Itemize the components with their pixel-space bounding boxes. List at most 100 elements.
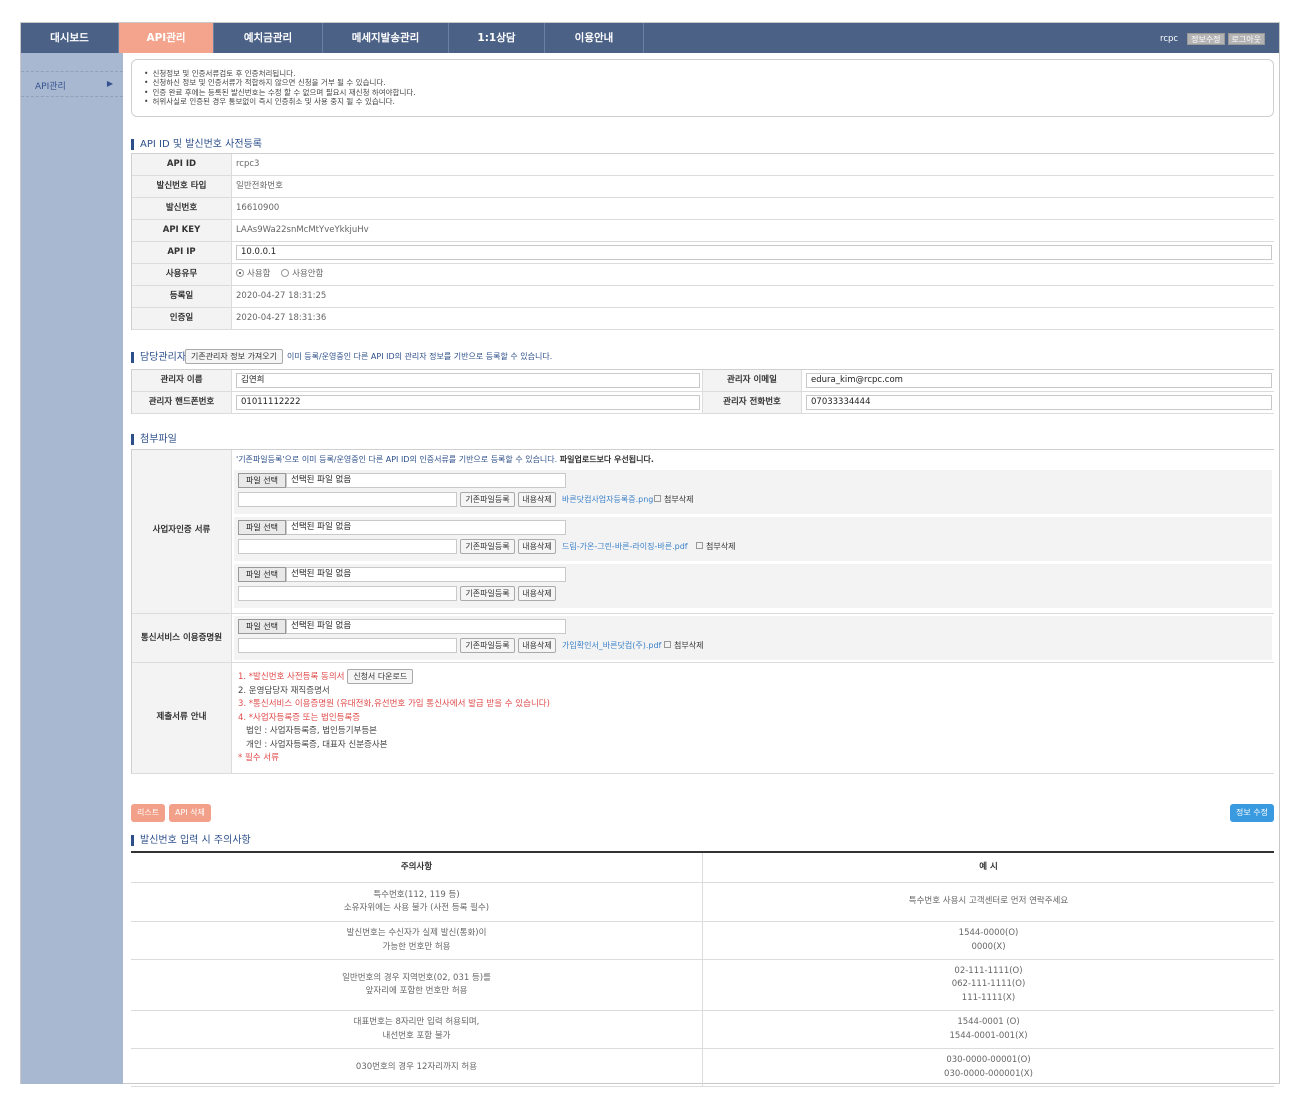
delete-attach-checkbox[interactable]: 첨부삭제 <box>696 539 735 554</box>
file-select-button[interactable]: 파일 선택 <box>238 567 286 582</box>
row-use: 사용유무 사용함 사용안함 <box>132 264 1274 286</box>
attached-file-link[interactable]: 드림-가온-그린-바른-라이징-바른.pdf <box>562 539 688 554</box>
notice-box: 신청정보 및 인증서류검토 후 인증처리됩니다. 신청하신 정보 및 인증서류가… <box>131 59 1274 117</box>
label-api-ip: API IP <box>132 242 232 263</box>
edit-info-button[interactable]: 정보수정 <box>1187 32 1225 45</box>
nav-deposit[interactable]: 예치금관리 <box>214 23 323 53</box>
existing-file-button[interactable]: 기존파일등록 <box>460 638 515 653</box>
manager-email-input[interactable]: edura_kim@rcpc.com <box>806 373 1272 388</box>
notice-item: 신청정보 및 인증서류검토 후 인증처리됩니다. <box>144 69 1273 78</box>
notice-item: 인증 완료 후에는 등록된 발신번호는 수정 할 수 없으며 필요시 재신청 하… <box>144 88 1273 97</box>
sidebar-item-api[interactable]: API관리 ▶ <box>21 71 123 97</box>
nav-message[interactable]: 메세지발송관리 <box>323 23 449 53</box>
nav-api[interactable]: API관리 <box>119 23 214 53</box>
table-row: 특수번호(112, 119 등) 소유자위에는 사용 불가 (사전 등록 필수) … <box>131 883 1274 922</box>
label-api-id: API ID <box>132 154 232 175</box>
table-row: 030번호의 경우 12자리까지 허용 030-0000-00001(O) 030… <box>131 1049 1274 1087</box>
file-slot-3: 파일 선택 선택된 파일 없음 기존파일등록 내용삭제 <box>234 564 1272 608</box>
file-path-input[interactable] <box>238 586 457 601</box>
doc-item-4: 4. *사업자등록증 또는 법인등록증 <box>238 712 361 723</box>
sidebar-item-label: API관리 <box>35 82 66 92</box>
notice-item: 신청하신 정보 및 인증서류가 적합하지 않으면 신청을 거부 될 수 있습니다… <box>144 78 1273 87</box>
api-table: API ID rcpc3 발신번호 타입 일반전화번호 발신번호 1661090… <box>131 153 1274 330</box>
example-cell: 02-111-1111(O) 062-111-1111(O) 111-1111(X) <box>951 965 1026 1003</box>
row-manager-1: 관리자 이름 김연희 관리자 이메일 edura_kim@rcpc.com <box>132 370 1274 392</box>
file-name-display: 선택된 파일 없음 <box>286 567 566 582</box>
file-path-input[interactable] <box>238 638 457 653</box>
file-name-display: 선택된 파일 없음 <box>286 473 566 488</box>
nav-guide[interactable]: 이용안내 <box>545 23 644 53</box>
row-api-id: API ID rcpc3 <box>132 154 1274 176</box>
existing-file-button[interactable]: 기존파일등록 <box>460 586 515 601</box>
value-sender: 16610900 <box>236 203 280 213</box>
attach-table: 사업자인증 서류 '기존파일등록'으로 이미 등록/운영중인 다른 API ID… <box>131 449 1274 774</box>
use-radio-group: 사용함 사용안함 <box>236 264 323 285</box>
row-manager-2: 관리자 핸드폰번호 01011112222 관리자 전화번호 070333344… <box>132 392 1274 414</box>
warnings-table: 주의사항 예 시 특수번호(112, 119 등) 소유자위에는 사용 불가 (사… <box>131 851 1274 1087</box>
file-select-button[interactable]: 파일 선택 <box>238 619 286 634</box>
sidebar: API관리 ▶ <box>21 53 123 1084</box>
fetch-manager-button[interactable]: 기존관리자 정보 가져오기 <box>185 349 283 364</box>
label-cert-date: 인증일 <box>132 308 232 329</box>
attached-file-link[interactable]: 바른닷컴사업자등록증.png <box>562 492 653 507</box>
label-manager-phone: 관리자 핸드폰번호 <box>132 392 232 413</box>
file-select-button[interactable]: 파일 선택 <box>238 520 286 535</box>
row-biz-docs: 사업자인증 서류 '기존파일등록'으로 이미 등록/운영중인 다른 API ID… <box>132 450 1274 614</box>
value-api-id: rcpc3 <box>236 159 260 169</box>
file-path-input[interactable] <box>238 492 457 507</box>
delete-attach-checkbox[interactable]: 첨부삭제 <box>654 492 693 507</box>
section-title-warnings: 발신번호 입력 시 주의사항 <box>131 835 251 846</box>
existing-file-button[interactable]: 기존파일등록 <box>460 492 515 507</box>
docs-list: 1. *발신번호 사전등록 동의서 신청서 다운로드 2. 운영담당자 재직증명… <box>238 669 550 766</box>
label-api-key: API KEY <box>132 220 232 241</box>
use-on-radio[interactable] <box>236 268 244 277</box>
use-off-radio[interactable] <box>281 268 290 277</box>
caution-cell: 대표번호는 8자리만 입력 허용되며, 내선번호 포함 불가 <box>131 1011 703 1048</box>
file-select-button[interactable]: 파일 선택 <box>238 473 286 488</box>
nav-qna[interactable]: 1:1상담 <box>449 23 545 53</box>
warnings-header: 주의사항 예 시 <box>131 853 1274 883</box>
file-name-display: 선택된 파일 없음 <box>286 619 566 634</box>
attached-file-link[interactable]: 가입확인서_바른닷컴(주).pdf <box>562 638 661 653</box>
table-row: 대표번호는 8자리만 입력 허용되며, 내선번호 포함 불가 1544-0001 … <box>131 1011 1274 1049</box>
page-frame: 대시보드 API관리 예치금관리 메세지발송관리 1:1상담 이용안내 rcpc… <box>20 22 1280 1087</box>
delete-content-button[interactable]: 내용삭제 <box>518 539 556 554</box>
example-cell: 030-0000-00001(O) 030-0000-000001(X) <box>944 1055 1033 1079</box>
top-nav: 대시보드 API관리 예치금관리 메세지발송관리 1:1상담 이용안내 rcpc… <box>21 23 1279 53</box>
label-reg-date: 등록일 <box>132 286 232 307</box>
label-manager-email: 관리자 이메일 <box>702 370 802 391</box>
delete-content-button[interactable]: 내용삭제 <box>518 586 556 601</box>
manager-tel-input[interactable]: 07033334444 <box>806 395 1272 410</box>
value-reg-date: 2020-04-27 18:31:25 <box>236 291 327 301</box>
caution-cell: 특수번호(112, 119 등) 소유자위에는 사용 불가 (사전 등록 필수) <box>131 883 703 921</box>
file-name-display: 선택된 파일 없음 <box>286 520 566 535</box>
doc-item-1: 1. *발신번호 사전등록 동의서 <box>238 672 345 682</box>
value-sender-type: 일반전화번호 <box>236 181 283 191</box>
manager-phone-input[interactable]: 01011112222 <box>236 395 700 410</box>
section-title-api: API ID 및 발신번호 사전등록 <box>131 139 262 150</box>
delete-content-button[interactable]: 내용삭제 <box>518 492 556 507</box>
logout-button[interactable]: 로그아웃 <box>1227 32 1265 45</box>
manager-hint: 이미 등록/운영중인 다른 API ID의 관리자 정보를 기반으로 등록할 수… <box>287 352 553 361</box>
row-api-ip: API IP 10.0.0.1 <box>132 242 1274 264</box>
delete-api-button[interactable]: API 삭제 <box>169 804 211 822</box>
file-path-input[interactable] <box>238 539 457 554</box>
save-info-button[interactable]: 정보 수정 <box>1230 804 1274 822</box>
user-area: rcpc 정보수정 로그아웃 <box>1160 32 1265 45</box>
label-sender-type: 발신번호 타입 <box>132 176 232 197</box>
nav-dashboard[interactable]: 대시보드 <box>21 23 119 53</box>
row-telecom: 통신서비스 이용증명원 파일 선택 선택된 파일 없음 기존파일등록 내용삭제 … <box>132 614 1274 663</box>
row-sender: 발신번호 16610900 <box>132 198 1274 220</box>
manager-name-input[interactable]: 김연희 <box>236 373 700 388</box>
caution-cell: 030번호의 경우 12자리까지 허용 <box>131 1049 703 1086</box>
delete-content-button[interactable]: 내용삭제 <box>518 638 556 653</box>
download-form-button[interactable]: 신청서 다운로드 <box>347 669 414 684</box>
example-cell: 1544-0000(O) 0000(X) <box>958 928 1019 952</box>
manager-table: 관리자 이름 김연희 관리자 이메일 edura_kim@rcpc.com 관리… <box>131 369 1274 414</box>
existing-file-button[interactable]: 기존파일등록 <box>460 539 515 554</box>
col-header-caution: 주의사항 <box>131 853 703 882</box>
list-button[interactable]: 리스트 <box>131 804 166 822</box>
row-api-key: API KEY LAAs9Wa22snMcMtYveYkkjuHv <box>132 220 1274 242</box>
delete-attach-checkbox[interactable]: 첨부삭제 <box>664 638 703 653</box>
api-ip-input[interactable]: 10.0.0.1 <box>236 245 1272 260</box>
